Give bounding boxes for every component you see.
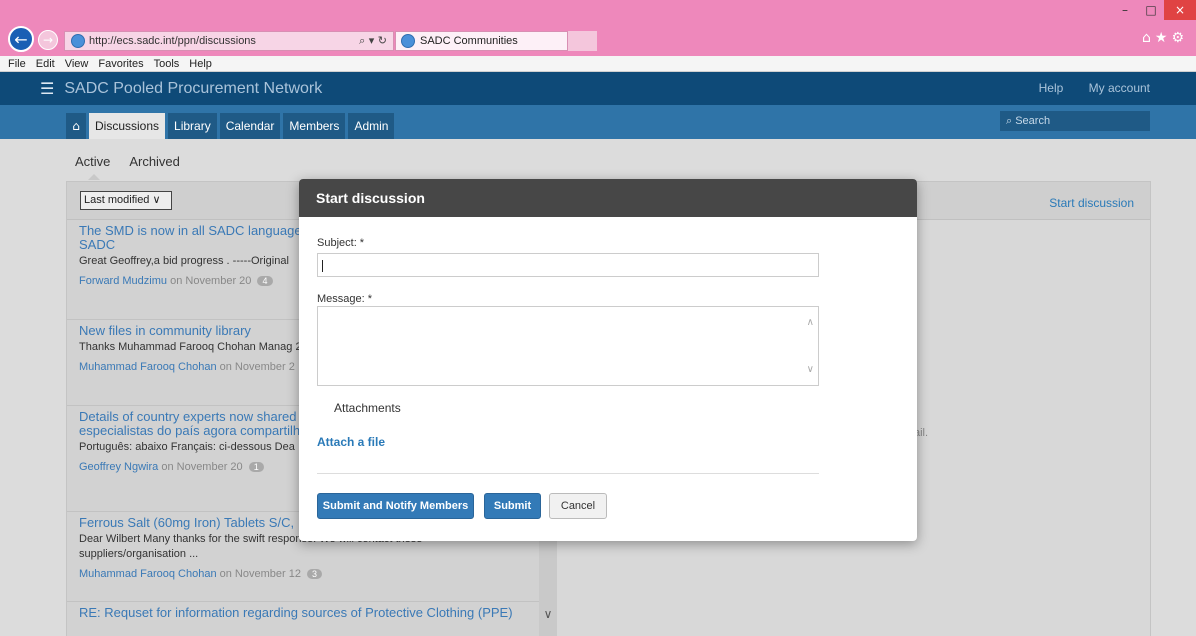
textarea-scroll-up-icon[interactable]: ∧ [807,317,814,328]
search-input[interactable]: ⌕ Search [1000,111,1150,131]
nav-admin[interactable]: Admin [348,113,395,139]
help-link[interactable]: Help [1039,81,1064,95]
menu-file[interactable]: File [8,58,26,70]
address-actions[interactable]: ⌕ ▾ ↻ [359,34,393,48]
modal-title: Start discussion [299,179,917,217]
start-discussion-modal: Start discussion Subject: * Message: * ∧… [299,179,917,541]
subtab-archived[interactable]: Archived [129,154,180,169]
author-link[interactable]: Muhammad Farooq Chohan [79,568,217,580]
browser-toolbar-icons[interactable]: ⌂★⚙ [1142,30,1188,46]
post-date: on November 20 [158,461,243,473]
subject-input[interactable] [317,253,819,277]
tab-title: SADC Communities [420,35,518,47]
post-date: on November 12 [216,568,301,580]
back-arrow-icon[interactable]: ← [8,26,34,52]
browser-titlebar: – □ × ← → http://ecs.sadc.int/ppn/discus… [0,0,1196,56]
reply-count-badge: 4 [257,276,273,286]
nav-library[interactable]: Library [168,113,217,139]
menu-edit[interactable]: Edit [36,58,55,70]
nav-discussions[interactable]: Discussions [89,113,166,139]
home-icon[interactable]: ⌂ [66,113,86,139]
attach-file-link[interactable]: Attach a file [317,435,385,449]
menu-help[interactable]: Help [189,58,212,70]
textarea-scroll-down-icon[interactable]: ∨ [807,364,814,375]
menu-favorites[interactable]: Favorites [98,58,143,70]
address-bar[interactable]: http://ecs.sadc.int/ppn/discussions ⌕ ▾ … [64,31,394,51]
modal-divider [317,473,819,474]
minimize-button[interactable]: – [1112,0,1138,20]
main-navbar: ⌂ Discussions Library Calendar Members A… [0,105,1196,139]
submit-button[interactable]: Submit [484,493,541,519]
author-link[interactable]: Muhammad Farooq Chohan [79,361,217,373]
tab-favicon-icon [401,34,415,48]
attachments-label: Attachments [334,401,401,415]
discussion-title[interactable]: RE: Requset for information regarding so… [79,606,527,620]
menu-view[interactable]: View [65,58,89,70]
nav-items: ⌂ Discussions Library Calendar Members A… [66,113,397,139]
nav-calendar[interactable]: Calendar [219,113,281,139]
subtab-active[interactable]: Active [75,154,110,169]
subtab-pointer [88,174,100,180]
start-discussion-link[interactable]: Start discussion [1049,196,1134,210]
nav-members[interactable]: Members [283,113,346,139]
post-date: on November 2 [216,361,295,373]
message-textarea[interactable]: ∧ ∨ [317,306,819,386]
reply-count-badge: 1 [248,462,264,472]
text-caret [322,259,323,272]
site-title[interactable]: SADC Pooled Procurement Network [64,80,322,98]
scroll-down-icon[interactable]: ∨ [539,607,557,621]
restore-button[interactable]: □ [1138,0,1164,20]
window-controls: – □ × [1112,0,1196,20]
header-links: Help My account [1017,81,1150,95]
list-item[interactable]: RE: Requset for information regarding so… [67,602,539,626]
subtabs: Active Archived [75,154,196,169]
cancel-button[interactable]: Cancel [549,493,607,519]
my-account-link[interactable]: My account [1089,81,1150,95]
site-header: ☰ SADC Pooled Procurement Network Help M… [0,72,1196,105]
submit-notify-button[interactable]: Submit and Notify Members [317,493,474,519]
menu-bar: File Edit View Favorites Tools Help [0,56,1196,72]
new-tab-button[interactable] [567,31,597,51]
menu-tools[interactable]: Tools [154,58,180,70]
address-url[interactable]: http://ecs.sadc.int/ppn/discussions [89,35,359,47]
subject-label: Subject: * [317,237,365,249]
post-date: on November 20 [167,275,252,287]
message-label: Message: * [317,293,373,305]
forward-arrow-icon[interactable]: → [38,30,58,50]
discussion-meta: Muhammad Farooq Chohan on November 12 3 [79,568,527,580]
author-link[interactable]: Forward Mudzimu [79,275,167,287]
ie-favicon-icon [71,34,85,48]
hamburger-menu-icon[interactable]: ☰ [40,79,54,98]
close-window-button[interactable]: × [1164,0,1196,20]
sort-select[interactable]: Last modified ∨ [80,191,172,210]
reply-count-badge: 3 [307,569,323,579]
author-link[interactable]: Geoffrey Ngwira [79,461,158,473]
